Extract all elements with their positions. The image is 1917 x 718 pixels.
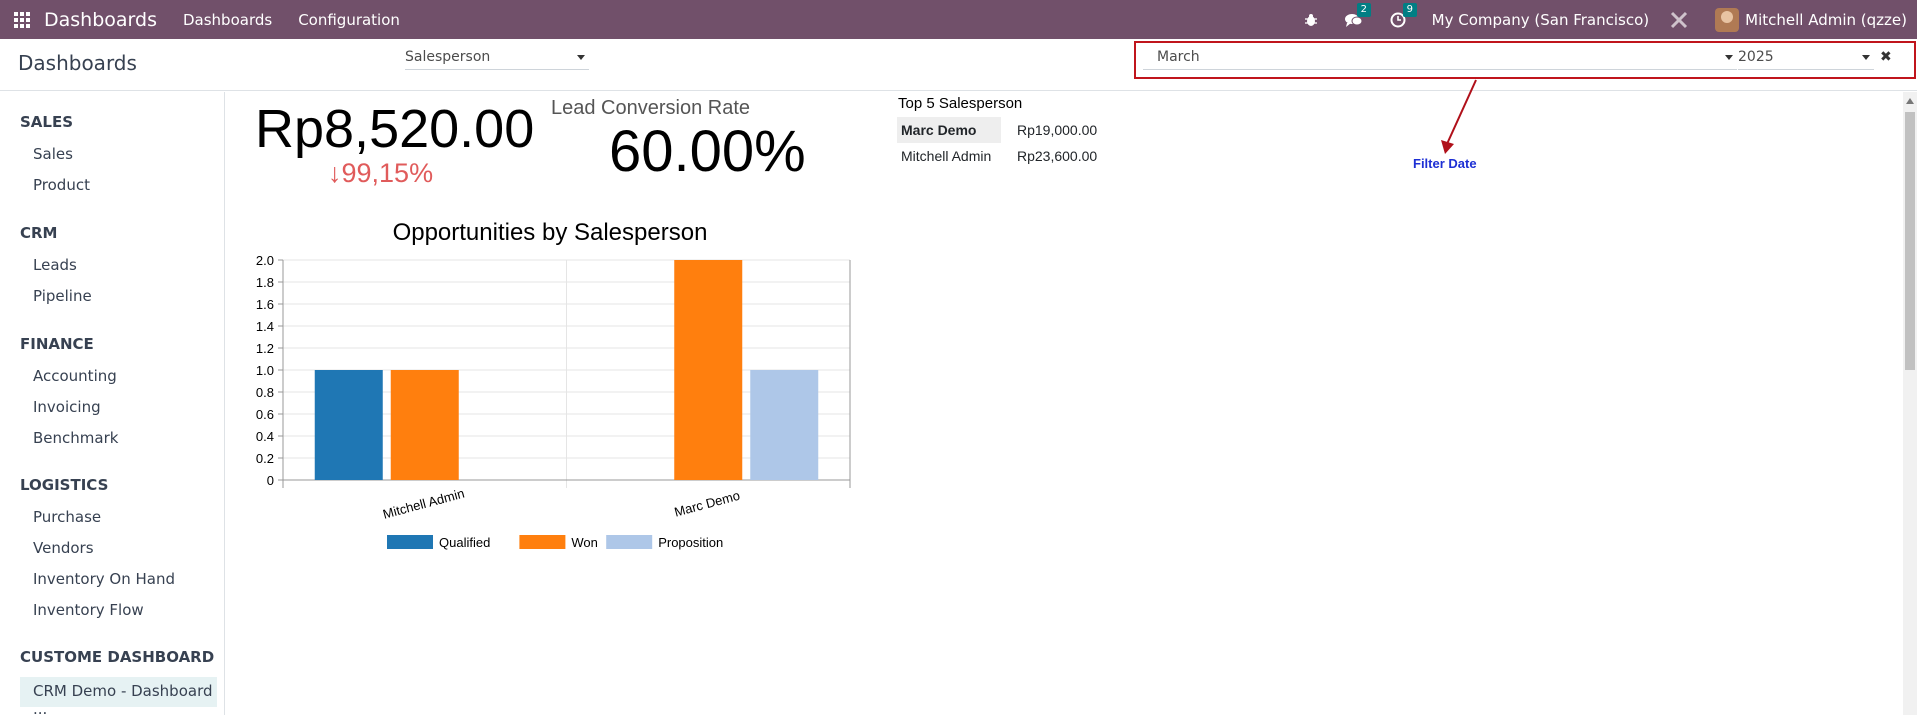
sidebar-item-invoicing[interactable]: Invoicing [33,398,101,416]
user-menu[interactable]: Mitchell Admin (qzze) [1745,11,1907,29]
chevron-down-icon [1862,55,1870,60]
y-tick-label: 0.4 [256,429,274,444]
sidebar-item-pipeline[interactable]: Pipeline [33,287,92,305]
table-row: Marc Demo Rp19,000.00 [897,117,1101,143]
sidebar-section-finance: FINANCE [20,335,94,353]
sidebar-section-logistics: LOGISTICS [20,476,109,494]
sidebar-item-leads[interactable]: Leads [33,256,77,274]
y-tick-label: 0.6 [256,407,274,422]
sidebar-item-inventory-flow[interactable]: Inventory Flow [33,601,144,619]
month-select-value: March [1157,49,1200,65]
y-tick-label: 1.2 [256,341,274,356]
page-title: Dashboards [18,51,137,75]
sidebar-item-crm-demo-dashboard[interactable]: CRM Demo - Dashboard ... [33,682,224,718]
groupby-select[interactable]: Salesperson [405,46,589,70]
sidebar-item-purchase[interactable]: Purchase [33,508,101,526]
legend-swatch-won [519,535,566,549]
annotation-arrow [1441,79,1477,154]
chevron-down-icon [577,55,585,60]
sidebar-item-sales[interactable]: Sales [33,145,73,163]
bar-won [390,370,459,480]
sidebar-section-custom-dashboard: CUSTOME DASHBOARD [20,648,215,666]
y-tick-label: 1.0 [256,363,274,378]
scroll-up-icon[interactable] [1906,98,1914,104]
y-tick-label: 1.8 [256,275,274,290]
chevron-down-icon [1725,55,1733,60]
sidebar-item-accounting[interactable]: Accounting [33,367,117,385]
activities-count-badge: 9 [1402,3,1418,17]
conversion-rate-value: 60.00% [609,119,806,184]
groupby-select-value: Salesperson [405,49,491,65]
menu-configuration[interactable]: Configuration [298,11,400,29]
legend-label: Proposition [658,535,723,550]
top5-salesperson-title: Top 5 Salesperson [898,95,1023,112]
year-select-value: 2025 [1738,49,1774,65]
y-tick-label: 0.8 [256,385,274,400]
bar-proposition [750,370,819,480]
clear-filter-close-icon[interactable]: ✖ [1880,49,1892,65]
salesperson-amount: Rp19,000.00 [1017,122,1098,138]
arrow-down-icon: ↓ [328,158,342,188]
activities-clock-icon[interactable]: 9 [1390,0,1418,39]
opportunities-bar-chart: 0 0.2 0.4 0.6 0.8 1.0 1.2 1.4 1.6 1.8 2.0 Mitchell … [256,253,851,550]
menu-dashboards[interactable]: Dashboards [183,11,272,29]
salesperson-name: Mitchell Admin [901,148,992,164]
page-scrollbar[interactable] [1903,92,1917,715]
legend-label: Won [571,535,598,550]
sidebar-item-product[interactable]: Product [33,176,90,194]
legend-label: Qualified [439,535,490,550]
legend-swatch-qualified [387,535,433,549]
sidebar-section-crm: CRM [20,224,58,242]
bar-won [674,260,743,480]
top5-salesperson-table: Marc Demo Rp19,000.00 Mitchell Admin Rp2… [897,117,1101,169]
debug-icon[interactable] [1304,0,1318,39]
app-brand[interactable]: Dashboards [44,9,157,31]
y-tick-label: 0 [267,473,274,488]
x-tick-label: Marc Demo [673,488,742,520]
messages-icon[interactable]: 2 [1344,0,1372,39]
conversion-rate-label: Lead Conversion Rate [551,97,751,119]
x-tick-label: Mitchell Admin [381,486,466,522]
sidebar-item-benchmark[interactable]: Benchmark [33,429,118,447]
revenue-delta-value: 99,15% [341,158,434,188]
sidebar: SALES Sales Product CRM Leads Pipeline F… [0,92,225,718]
month-select[interactable]: March [1143,46,1737,70]
scrollbar-thumb[interactable] [1905,112,1915,370]
tools-icon[interactable] [1669,0,1689,39]
salesperson-name: Marc Demo [897,117,1001,143]
revenue-delta: ↓99,15% [328,158,433,189]
y-tick-label: 1.6 [256,297,274,312]
messages-count-badge: 2 [1356,3,1372,17]
legend-swatch-proposition [606,535,653,549]
sidebar-item-inventory-on-hand[interactable]: Inventory On Hand [33,570,175,588]
bar-qualified [314,370,383,480]
table-row: Mitchell Admin Rp23,600.00 [897,143,1101,169]
y-tick-label: 1.4 [256,319,274,334]
salesperson-amount: Rp23,600.00 [1017,148,1098,164]
y-tick-label: 2.0 [256,253,274,268]
user-avatar[interactable] [1715,7,1740,32]
year-select[interactable]: 2025 [1738,46,1874,70]
company-switcher[interactable]: My Company (San Francisco) [1432,11,1649,29]
filter-date-annotation: Filter Date [1413,156,1477,171]
sidebar-item-vendors[interactable]: Vendors [33,539,94,557]
revenue-kpi-value: Rp8,520.00 [255,99,535,159]
chart-title: Opportunities by Salesperson [392,219,708,246]
sidebar-section-sales: SALES [20,113,74,131]
y-tick-label: 0.2 [256,451,274,466]
top-navbar: Dashboards Dashboards Configuration 2 9 … [0,0,1917,39]
apps-menu-icon[interactable] [0,0,44,39]
